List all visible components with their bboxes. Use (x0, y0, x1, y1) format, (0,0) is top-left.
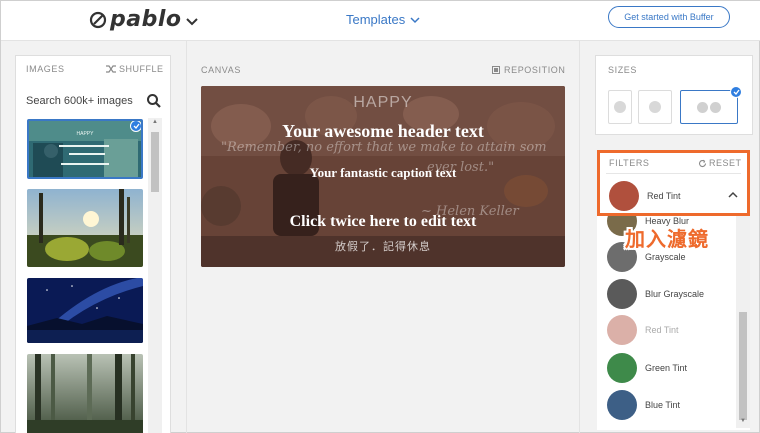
canvas-background-word: HAPPY (353, 94, 413, 111)
canvas-title: CANVAS (201, 65, 241, 75)
image-thumbnail-selected[interactable]: HAPPY (27, 119, 143, 179)
templates-label: Templates (346, 12, 406, 27)
reposition-icon (492, 66, 500, 74)
filters-panel: Heavy Blur Grayscale Blur Grayscale Red … (597, 150, 750, 430)
size-option-instagram[interactable] (638, 90, 672, 124)
shuffle-icon (106, 65, 116, 73)
filter-name: Green Tint (645, 363, 688, 373)
filter-swatch (607, 353, 637, 383)
filter-option-blue-tint[interactable]: Blue Tint (607, 390, 731, 420)
canvas-edit-text[interactable]: Click twice here to edit text (201, 213, 565, 231)
image-thumbnail[interactable] (27, 278, 143, 343)
canvas-quote-text: "Remember, no effort that we make to att… (221, 140, 547, 155)
shuffle-label: SHUFFLE (119, 64, 164, 74)
canvas-header-text[interactable]: Your awesome header text (201, 121, 565, 142)
reset-button[interactable]: RESET (698, 158, 742, 168)
size-option-pinterest[interactable] (608, 90, 632, 124)
top-bar: pablo Templates Get started with Buffer (1, 1, 760, 41)
reposition-label: REPOSITION (504, 65, 566, 75)
pablo-logo[interactable]: pablo (89, 7, 199, 32)
canvas-sub-text[interactable]: 放假了．記得休息 (201, 238, 565, 254)
filter-swatch (607, 315, 637, 345)
selected-check-icon (130, 121, 141, 132)
filter-option-blur-grayscale[interactable]: Blur Grayscale (607, 279, 731, 309)
chevron-down-icon (185, 17, 198, 25)
filter-swatch (607, 279, 637, 309)
filters-scrollbar-thumb[interactable] (739, 312, 747, 420)
reposition-button[interactable]: REPOSITION (492, 65, 566, 75)
get-started-button[interactable]: Get started with Buffer (608, 6, 730, 28)
column-divider (186, 41, 187, 433)
canvas-caption-text[interactable]: Your fantastic caption text (201, 165, 565, 181)
images-scrollbar-thumb[interactable] (151, 132, 159, 192)
filter-name: Blur Grayscale (645, 289, 705, 299)
scroll-up-icon[interactable]: ▲ (152, 119, 158, 125)
filter-option-green-tint[interactable]: Green Tint (607, 353, 731, 383)
filters-scrollbar[interactable]: ▼ (736, 216, 750, 428)
chevron-up-icon[interactable] (728, 191, 738, 198)
filter-name: Red Tint (645, 325, 679, 335)
column-divider (579, 41, 580, 433)
divider (606, 173, 741, 174)
image-search-input[interactable] (26, 90, 138, 112)
image-thumbnail[interactable] (27, 189, 143, 267)
selected-check-icon (730, 86, 742, 98)
search-icon[interactable] (146, 93, 162, 109)
pinterest-icon (614, 101, 626, 113)
facebook-icon (697, 101, 708, 113)
selected-filter-name: Red Tint (647, 191, 681, 201)
filters-dropdown-highlighted: FILTERS RESET Red Tint (597, 150, 750, 216)
templates-menu[interactable]: Templates (346, 12, 420, 27)
pablo-logo-icon (89, 11, 107, 28)
images-title: IMAGES (26, 64, 65, 74)
svg-text:HAPPY: HAPPY (77, 131, 95, 137)
size-option-facebook-twitter[interactable] (680, 86, 742, 124)
filter-swatch (609, 181, 639, 211)
image-search (26, 90, 162, 112)
images-panel: IMAGES SHUFFLE HAPPY (15, 55, 171, 433)
sizes-title: SIZES (608, 65, 638, 75)
image-thumbnail[interactable] (27, 354, 143, 433)
filter-option-red-tint[interactable]: Red Tint (607, 315, 731, 345)
filters-title: FILTERS (609, 158, 650, 168)
annotation-label: 加入濾鏡 (625, 227, 709, 251)
twitter-icon (710, 101, 721, 113)
design-canvas[interactable]: HAPPY "Remember, no effort that we make … (201, 86, 565, 267)
instagram-icon (649, 101, 661, 113)
filter-dropdown[interactable]: Red Tint (609, 181, 681, 211)
reset-label: RESET (709, 158, 742, 168)
scroll-down-icon[interactable]: ▼ (740, 418, 746, 424)
images-scrollbar[interactable]: ▲ (148, 118, 162, 433)
sizes-panel: SIZES (595, 55, 753, 135)
chevron-down-icon (410, 16, 420, 23)
reset-icon (698, 159, 707, 167)
filter-swatch (607, 390, 637, 420)
filter-name: Grayscale (645, 252, 686, 262)
logo-text: pablo (110, 7, 182, 32)
shuffle-button[interactable]: SHUFFLE (106, 64, 164, 74)
filter-name: Blue Tint (645, 400, 681, 410)
